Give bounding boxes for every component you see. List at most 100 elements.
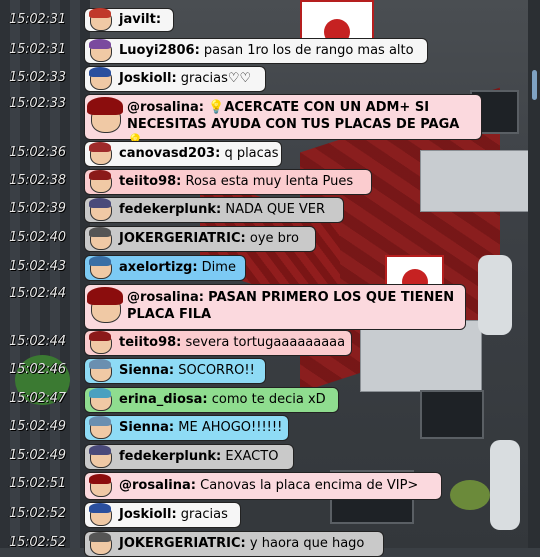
username[interactable]: fedekerplunk: xyxy=(119,202,221,217)
username[interactable]: Joskioll: xyxy=(119,71,177,86)
message-text: pasan 1ro los de rango mas alto xyxy=(203,43,414,58)
username[interactable]: javilt: xyxy=(119,12,161,27)
username[interactable]: @rosalina: xyxy=(127,290,204,305)
user-avatar[interactable] xyxy=(87,330,113,356)
message-timestamp: 15:02:40 xyxy=(9,230,66,245)
message-timestamp: 15:02:33 xyxy=(9,70,66,85)
chat-bubble[interactable]: @rosalina: PASAN PRIMERO LOS QUE TIENEN … xyxy=(84,284,466,330)
message-timestamp: 15:02:49 xyxy=(9,419,66,434)
chat-message: 15:02:31 javilt: xyxy=(0,8,540,32)
chat-bubble[interactable]: Joskioll: gracias xyxy=(84,502,241,528)
username[interactable]: Joskioll: xyxy=(119,507,177,522)
username[interactable]: JOKERGERIATRIC: xyxy=(119,231,246,246)
username[interactable]: teiito98: xyxy=(119,335,181,350)
username[interactable]: erina_diosa: xyxy=(119,392,208,407)
message-text: Canovas la placa encima de VIP> xyxy=(200,478,419,493)
chat-message: 15:02:51 @rosalina: Canovas la placa enci… xyxy=(0,472,540,500)
chat-bubble[interactable]: Joskioll: gracias♡♡ xyxy=(84,66,266,92)
user-avatar[interactable] xyxy=(87,502,113,528)
message-timestamp: 15:02:44 xyxy=(9,334,66,349)
chat-message: 15:02:44 @rosalina: PASAN PRIMERO LOS QUE… xyxy=(0,284,540,330)
username[interactable]: Sienna: xyxy=(119,363,174,378)
message-text: gracias xyxy=(180,507,228,522)
chat-log: 15:02:31 javilt: 15:02:31 Luoyi2806: pasan … xyxy=(0,0,540,557)
chat-bubble[interactable]: fedekerplunk: EXACTO xyxy=(84,444,294,470)
username[interactable]: fedekerplunk: xyxy=(119,449,221,464)
user-avatar[interactable] xyxy=(87,38,113,64)
user-avatar[interactable] xyxy=(87,358,113,384)
chat-message: 15:02:49 fedekerplunk: EXACTO xyxy=(0,444,540,470)
username[interactable]: JOKERGERIATRIC: xyxy=(119,536,246,551)
chat-message: 15:02:46 Sienna: SOCORRO!! xyxy=(0,358,540,384)
message-timestamp: 15:02:33 xyxy=(9,96,66,111)
user-avatar[interactable] xyxy=(87,169,113,195)
user-avatar[interactable] xyxy=(85,287,125,329)
user-avatar[interactable] xyxy=(87,66,113,92)
chat-message: 15:02:47 erina_diosa: como te decia xD xyxy=(0,387,540,413)
message-text: severa tortugaaaaaaaaa xyxy=(185,335,346,350)
user-avatar[interactable] xyxy=(87,255,113,281)
username[interactable]: @rosalina: xyxy=(119,478,196,493)
user-avatar[interactable] xyxy=(87,415,113,441)
username[interactable]: axelortizg: xyxy=(119,260,198,275)
message-text: NADA QUE VER xyxy=(225,202,326,217)
chat-message: 15:02:43 axelortizg: Dime xyxy=(0,255,540,281)
message-timestamp: 15:02:38 xyxy=(9,173,66,188)
chat-message: 15:02:38 teiito98: Rosa esta muy lenta Pu… xyxy=(0,169,540,195)
user-avatar[interactable] xyxy=(87,444,113,470)
chat-bubble[interactable]: Luoyi2806: pasan 1ro los de rango mas al… xyxy=(84,38,428,64)
chat-bubble[interactable]: canovasd203: q placas xyxy=(84,141,282,167)
chat-bubble[interactable]: axelortizg: Dime xyxy=(84,255,246,281)
message-text: y haora que hago xyxy=(249,536,365,551)
message-timestamp: 15:02:47 xyxy=(9,391,66,406)
message-timestamp: 15:02:49 xyxy=(9,448,66,463)
user-avatar[interactable] xyxy=(87,387,113,413)
username[interactable]: @rosalina: xyxy=(127,100,204,115)
message-text: Rosa esta muy lenta Pues xyxy=(185,174,354,189)
chat-message: 15:02:44 teiito98: severa tortugaaaaaaaaa xyxy=(0,330,540,356)
user-avatar[interactable] xyxy=(87,473,113,499)
username[interactable]: Luoyi2806: xyxy=(119,43,200,58)
message-text: SOCORRO!! xyxy=(178,363,255,378)
message-timestamp: 15:02:51 xyxy=(9,476,66,491)
message-timestamp: 15:02:39 xyxy=(9,201,66,216)
message-timestamp: 15:02:46 xyxy=(9,362,66,377)
chat-bubble[interactable]: javilt: xyxy=(84,8,174,32)
message-timestamp: 15:02:52 xyxy=(9,506,66,521)
message-timestamp: 15:02:31 xyxy=(9,12,66,27)
user-avatar[interactable] xyxy=(87,7,113,33)
user-avatar[interactable] xyxy=(85,97,125,139)
chat-message: 15:02:49 Sienna: ME AHOGO!!!!!! xyxy=(0,415,540,441)
message-text: Dime xyxy=(201,260,236,275)
user-avatar[interactable] xyxy=(87,141,113,167)
username[interactable]: teiito98: xyxy=(119,174,181,189)
chat-bubble[interactable]: Sienna: SOCORRO!! xyxy=(84,358,266,384)
message-timestamp: 15:02:36 xyxy=(9,145,66,160)
chat-bubble[interactable]: teiito98: severa tortugaaaaaaaaa xyxy=(84,330,352,356)
chat-message: 15:02:52 JOKERGERIATRIC: y haora que hago xyxy=(0,531,540,557)
chat-bubble[interactable]: teiito98: Rosa esta muy lenta Pues xyxy=(84,169,372,195)
message-text: gracias♡♡ xyxy=(180,71,252,86)
user-avatar[interactable] xyxy=(87,226,113,252)
chat-message: 15:02:39 fedekerplunk: NADA QUE VER xyxy=(0,197,540,223)
chat-bubble[interactable]: erina_diosa: como te decia xD xyxy=(84,387,339,413)
chat-bubble[interactable]: Sienna: ME AHOGO!!!!!! xyxy=(84,415,289,441)
chat-message: 15:02:33 Joskioll: gracias♡♡ xyxy=(0,66,540,92)
chat-bubble[interactable]: @rosalina: 💡ACERCATE CON UN ADM+ SI NECE… xyxy=(84,94,482,149)
user-avatar[interactable] xyxy=(87,531,113,557)
chat-bubble[interactable]: JOKERGERIATRIC: y haora que hago xyxy=(84,531,384,557)
message-text: q placas xyxy=(224,146,279,161)
chat-bubble[interactable]: @rosalina: Canovas la placa encima de VI… xyxy=(84,472,442,500)
message-text: oye bro xyxy=(249,231,299,246)
chat-bubble[interactable]: fedekerplunk: NADA QUE VER xyxy=(84,197,344,223)
chat-message: 15:02:33 @rosalina: 💡ACERCATE CON UN ADM+… xyxy=(0,94,540,149)
chat-message: 15:02:40 JOKERGERIATRIC: oye bro xyxy=(0,226,540,252)
message-text: EXACTO xyxy=(225,449,279,464)
username[interactable]: Sienna: xyxy=(119,420,174,435)
username[interactable]: canovasd203: xyxy=(119,146,220,161)
user-avatar[interactable] xyxy=(87,197,113,223)
chat-message: 15:02:31 Luoyi2806: pasan 1ro los de rang… xyxy=(0,38,540,64)
chat-bubble[interactable]: JOKERGERIATRIC: oye bro xyxy=(84,226,316,252)
message-timestamp: 15:02:44 xyxy=(9,286,66,301)
message-timestamp: 15:02:43 xyxy=(9,259,66,274)
